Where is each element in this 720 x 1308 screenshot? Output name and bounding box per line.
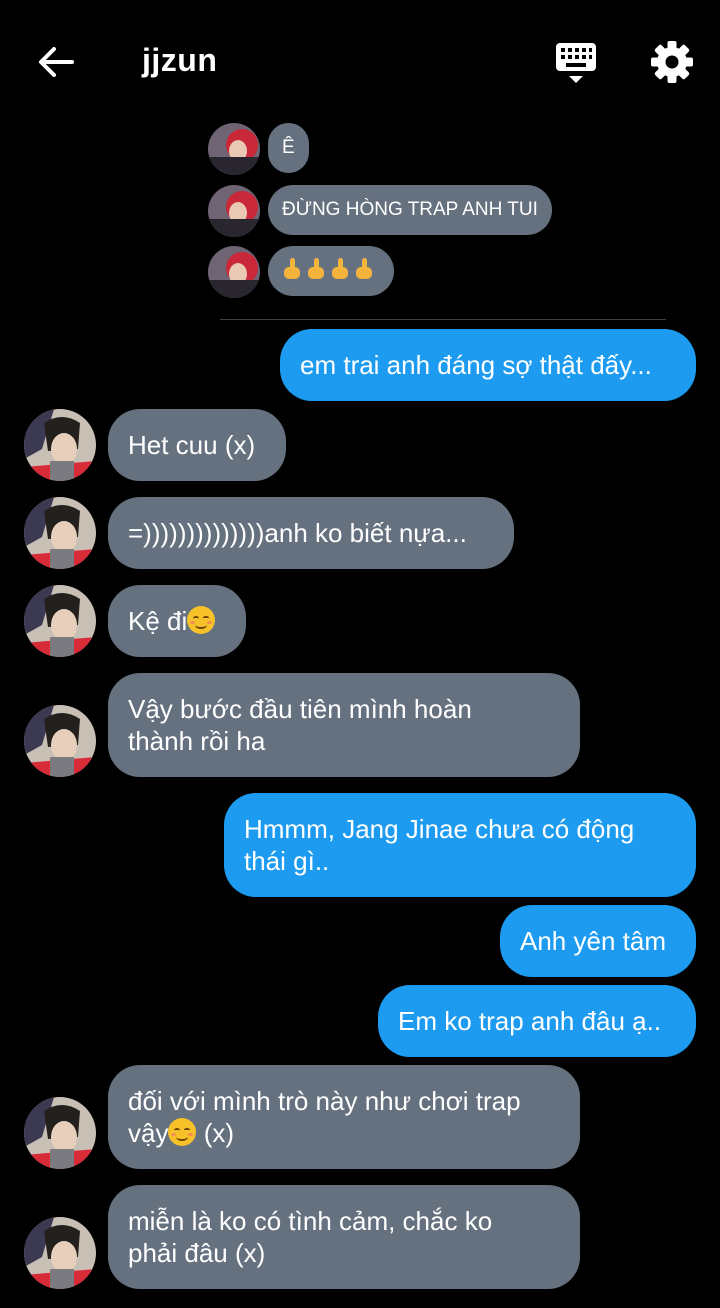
avatar[interactable] bbox=[24, 585, 96, 657]
message-text-line: phải đâu (x) bbox=[128, 1238, 266, 1268]
sent-message-bubble: Hmmm, Jang Jinae chưa có động thái gì.. bbox=[224, 793, 696, 897]
smiling-face-icon bbox=[168, 1118, 197, 1146]
sent-message-bubble: em trai anh đáng sợ thật đấy... bbox=[280, 329, 696, 401]
received-message-bubble: Het cuu (x) bbox=[108, 409, 286, 481]
message-text: Kệ đi bbox=[128, 606, 188, 636]
avatar[interactable] bbox=[208, 123, 260, 175]
message-text: em trai anh đáng sợ thật đấy... bbox=[300, 350, 652, 380]
avatar[interactable] bbox=[24, 1217, 96, 1289]
message-text: Het cuu (x) bbox=[128, 430, 256, 460]
message-text-line: Vậy bước đầu tiên mình hoàn bbox=[128, 694, 472, 724]
smiling-face-icon bbox=[187, 606, 216, 634]
received-message-bubble: Vậy bước đầu tiên mình hoàn thành rồi ha bbox=[108, 673, 580, 777]
received-message-bubble: đối với mình trò này như chơi trap vậy (… bbox=[108, 1065, 580, 1169]
avatar[interactable] bbox=[24, 705, 96, 777]
message-text-line: thái gì.. bbox=[244, 846, 330, 876]
avatar[interactable] bbox=[208, 246, 260, 298]
middle-finger-emoji-icon bbox=[354, 258, 374, 280]
message-text: Em ko trap anh đâu ạ.. bbox=[398, 1006, 662, 1036]
arrow-left-icon[interactable] bbox=[32, 38, 80, 86]
message-text-line: vậy (x) bbox=[128, 1117, 560, 1149]
sent-message-bubble: Em ko trap anh đâu ạ.. bbox=[378, 985, 696, 1057]
received-message-bubble: Kệ đi bbox=[108, 585, 246, 657]
divider bbox=[220, 319, 666, 320]
quoted-message-bubble: ĐỪNG HÒNG TRAP ANH TUI bbox=[268, 185, 552, 235]
received-message-bubble: =))))))))))))))anh ko biết nựa... bbox=[108, 497, 514, 569]
message-text: =))))))))))))))anh ko biết nựa... bbox=[128, 518, 467, 548]
keyboard-icon[interactable] bbox=[552, 38, 600, 86]
message-text-line: thành rồi ha bbox=[128, 726, 266, 756]
quoted-message-bubble: Ê bbox=[268, 123, 309, 173]
gear-icon[interactable] bbox=[648, 38, 696, 86]
middle-finger-emoji-icon bbox=[282, 258, 302, 280]
conversation-title: jjzun bbox=[142, 42, 218, 78]
message-text-line: miễn là ko có tình cảm, chắc ko bbox=[128, 1206, 493, 1236]
message-text: (x) bbox=[196, 1118, 235, 1148]
message-text: Anh yên tâm bbox=[520, 926, 666, 956]
middle-finger-emoji-icon bbox=[306, 258, 326, 280]
received-message-bubble: miễn là ko có tình cảm, chắc ko phải đâu… bbox=[108, 1185, 580, 1289]
message-text: vậy bbox=[128, 1118, 169, 1148]
sent-message-bubble: Anh yên tâm bbox=[500, 905, 696, 977]
top-bar: jjzun bbox=[0, 0, 720, 124]
avatar[interactable] bbox=[208, 185, 260, 237]
message-text-line: Hmmm, Jang Jinae chưa có động bbox=[244, 814, 635, 844]
avatar[interactable] bbox=[24, 497, 96, 569]
middle-finger-emoji-icon bbox=[330, 258, 350, 280]
quoted-message-bubble bbox=[268, 246, 394, 296]
avatar[interactable] bbox=[24, 409, 96, 481]
message-text-line: đối với mình trò này như chơi trap bbox=[128, 1086, 521, 1116]
avatar[interactable] bbox=[24, 1097, 96, 1169]
